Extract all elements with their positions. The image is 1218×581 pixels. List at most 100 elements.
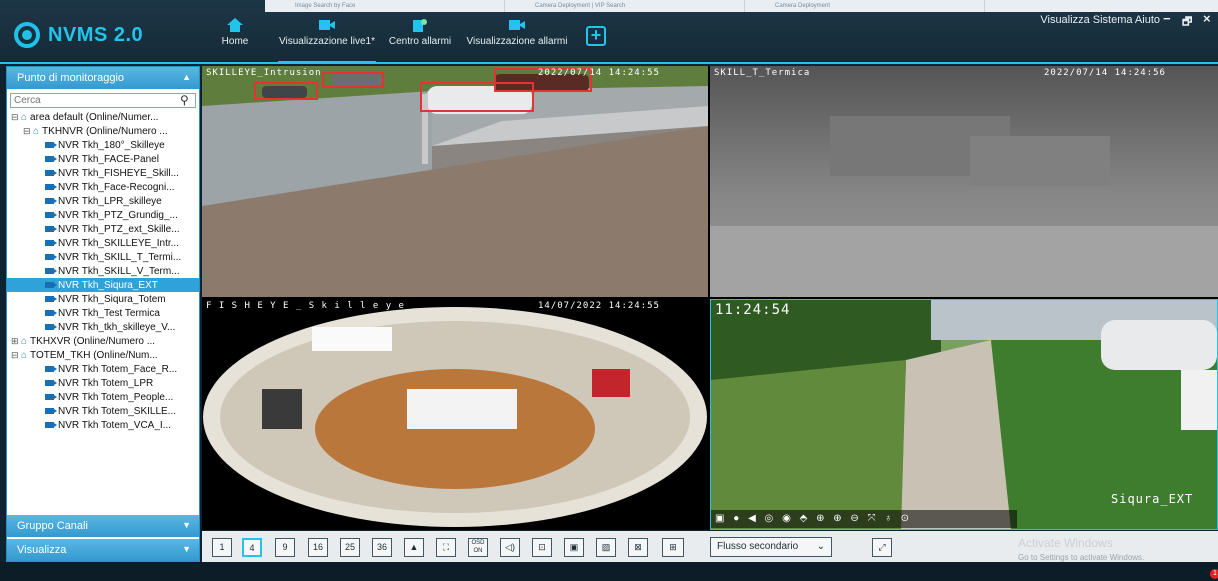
fullscreen-icon[interactable]: ⤧ bbox=[868, 513, 879, 524]
tree-camera-item[interactable]: NVR Tkh Totem_LPR bbox=[7, 376, 199, 390]
lock-icon[interactable]: ⊡ bbox=[532, 538, 552, 557]
tree-item-label: TKHNVR (Online/Numero ... bbox=[42, 125, 168, 137]
nav-alarm-center[interactable]: Centro allarmi bbox=[387, 18, 453, 58]
osd-toggle-button[interactable]: OSD ON bbox=[468, 538, 488, 557]
grid-layout-icon[interactable]: ⊞ bbox=[662, 538, 684, 557]
nav-alarm-view[interactable]: Visualizzazione allarmi bbox=[465, 18, 569, 58]
channel-group-header[interactable]: Gruppo Canali ▼ bbox=[7, 515, 199, 537]
camera-icon[interactable]: ◎ bbox=[765, 513, 777, 524]
custom-layout-icon[interactable]: ▲ bbox=[404, 538, 424, 557]
collapse-icon[interactable]: ⊟ bbox=[11, 112, 21, 123]
search-icon[interactable]: ⚲ bbox=[180, 93, 189, 107]
minimize-button[interactable]: − bbox=[1163, 11, 1171, 26]
video-camera-icon bbox=[509, 20, 525, 30]
tree-camera-item[interactable]: NVR Tkh_tkh_skilleye_V... bbox=[7, 320, 199, 334]
layout-25-button[interactable]: 25 bbox=[340, 538, 360, 557]
chevron-down-icon: ▼ bbox=[182, 520, 191, 530]
tree-camera-item[interactable]: NVR Tkh_PTZ_ext_Skille... bbox=[7, 222, 199, 236]
add-tab-button[interactable]: + bbox=[586, 26, 606, 46]
tree-device-item[interactable]: ⊟ ⌂ area default (Online/Numer... bbox=[7, 110, 199, 124]
search-input[interactable] bbox=[10, 93, 196, 108]
camera-icon bbox=[45, 394, 57, 400]
fullscreen-icon[interactable]: ⛶ bbox=[436, 538, 456, 557]
nav-label: Centro allarmi bbox=[388, 36, 452, 47]
collapse-icon[interactable]: ⊟ bbox=[11, 350, 21, 361]
main-menu[interactable]: Visualizza Sistema Aiuto bbox=[1040, 14, 1160, 26]
video-pane-1[interactable]: SKILLEYE_Intrusion 2022/07/14 14:24:55 bbox=[202, 66, 708, 297]
camera-icon bbox=[45, 310, 57, 316]
tree-camera-item[interactable]: NVR Tkh_SKILL_V_Term... bbox=[7, 264, 199, 278]
location-icon[interactable]: ⊙ bbox=[901, 513, 912, 524]
snapshot-icon[interactable]: ▣ bbox=[715, 513, 727, 524]
stream-select[interactable]: Flusso secondario ⌄ bbox=[710, 537, 832, 557]
tree-camera-item[interactable]: NVR Tkh_SKILL_T_Termi... bbox=[7, 250, 199, 264]
tree-device-item[interactable]: ⊞ ⌂ TKHXVR (Online/Numero ... bbox=[7, 334, 199, 348]
tree-camera-item[interactable]: NVR Tkh_PTZ_Grundig_... bbox=[7, 208, 199, 222]
ptz-icon[interactable]: ⬘ bbox=[800, 513, 811, 524]
tree-camera-item[interactable]: NVR Tkh_Test Termica bbox=[7, 306, 199, 320]
layout-9-button[interactable]: 9 bbox=[275, 538, 295, 557]
layout-16-button[interactable]: 16 bbox=[308, 538, 328, 557]
monitor-point-header[interactable]: Punto di monitoraggio ▲ bbox=[7, 67, 199, 89]
video-pane-4[interactable]: 11:24:54 Siqura_EXT ▣ ● ◀ ◎ ◉ ⬘ ⊕ ⊕ ⊖ ⤧ … bbox=[710, 299, 1218, 530]
tree-camera-item[interactable]: NVR Tkh_180°_Skilleye bbox=[7, 138, 199, 152]
layout-36-button[interactable]: 36 bbox=[372, 538, 392, 557]
tree-camera-item[interactable]: NVR Tkh Totem_Face_R... bbox=[7, 362, 199, 376]
tree-camera-item[interactable]: NVR Tkh_SKILLEYE_Intr... bbox=[7, 236, 199, 250]
audio-icon[interactable]: ◁) bbox=[500, 538, 520, 557]
snapshot-all-icon[interactable]: ▣ bbox=[564, 538, 584, 557]
detection-box bbox=[322, 72, 384, 88]
zoom-out-icon[interactable]: ⊖ bbox=[850, 513, 861, 524]
app-logo: NVMS 2.0 bbox=[14, 22, 143, 48]
close-all-icon[interactable]: ⊠ bbox=[628, 538, 648, 557]
tree-camera-item[interactable]: NVR Tkh_FACE-Panel bbox=[7, 152, 199, 166]
tree-camera-item[interactable]: NVR Tkh Totem_SKILLE... bbox=[7, 404, 199, 418]
tree-device-item[interactable]: ⊟ ⌂ TOTEM_TKH (Online/Num... bbox=[7, 348, 199, 362]
chevron-down-icon: ▼ bbox=[182, 544, 191, 554]
zoom-icon[interactable]: ⊕ bbox=[833, 513, 844, 524]
camera-name-osd: F I S H E Y E _ S k i l l e y e bbox=[206, 301, 405, 311]
camera-icon bbox=[45, 282, 57, 288]
audio-icon[interactable]: ◀ bbox=[748, 513, 759, 524]
tree-item-label: NVR Tkh Totem_SKILLE... bbox=[58, 405, 177, 417]
ghost-tab: Image Search by Face bbox=[265, 0, 505, 12]
pane-control-bar[interactable]: ▣ ● ◀ ◎ ◉ ⬘ ⊕ ⊕ ⊖ ⤧ ♁ ⊙ bbox=[711, 510, 1017, 528]
activate-windows-hint: Go to Settings to activate Windows. bbox=[1018, 553, 1145, 562]
view-header[interactable]: Visualizza ▼ bbox=[7, 539, 199, 561]
tree-camera-item[interactable]: NVR Tkh_Siqura_Totem bbox=[7, 292, 199, 306]
notification-badge[interactable]: 1 bbox=[1210, 569, 1218, 579]
header-label: Gruppo Canali bbox=[17, 520, 88, 532]
video-pane-3[interactable]: F I S H E Y E _ S k i l l e y e 14/07/20… bbox=[202, 299, 708, 530]
tree-camera-item[interactable]: NVR Tkh Totem_People... bbox=[7, 390, 199, 404]
tree-item-label: NVR Tkh_Siqura_Totem bbox=[58, 293, 166, 305]
detection-box bbox=[254, 82, 318, 100]
video-grid: SKILLEYE_Intrusion 2022/07/14 14:24:55 S… bbox=[202, 66, 1218, 530]
mic-icon[interactable]: ♁ bbox=[884, 513, 895, 524]
home-icon bbox=[227, 18, 243, 32]
video-pane-2[interactable]: SKILL_T_Termica 2022/07/14 14:24:56 bbox=[710, 66, 1218, 297]
camera-icon bbox=[45, 240, 57, 246]
tree-camera-item[interactable]: NVR Tkh_FISHEYE_Skill... bbox=[7, 166, 199, 180]
expand-icon[interactable]: ⤢ bbox=[872, 538, 892, 557]
tree-device-item[interactable]: ⊟ ⌂ TKHNVR (Online/Numero ... bbox=[7, 124, 199, 138]
zoom-in-icon[interactable]: ⊕ bbox=[816, 513, 827, 524]
camera-name-osd: SKILL_T_Termica bbox=[714, 68, 811, 78]
close-button[interactable]: × bbox=[1203, 11, 1211, 26]
expand-icon[interactable]: ⊞ bbox=[11, 336, 21, 347]
tree-camera-item[interactable]: NVR Tkh_LPR_skilleye bbox=[7, 194, 199, 208]
tree-item-label: NVR Tkh_PTZ_Grundig_... bbox=[58, 209, 178, 221]
camera-icon bbox=[45, 156, 57, 162]
eye-icon[interactable]: ◉ bbox=[782, 513, 794, 524]
record-icon[interactable]: ● bbox=[733, 513, 742, 524]
layout-1-button[interactable]: 1 bbox=[212, 538, 232, 557]
collapse-icon[interactable]: ⊟ bbox=[23, 126, 33, 137]
tree-camera-item[interactable]: NVR Tkh Totem_VCA_I... bbox=[7, 418, 199, 432]
layout-4-button[interactable]: 4 bbox=[242, 538, 262, 557]
tree-camera-item[interactable]: NVR Tkh_Face-Recogni... bbox=[7, 180, 199, 194]
nav-live-view[interactable]: Visualizzazione live1* bbox=[278, 18, 376, 64]
restore-button[interactable]: 🗗 bbox=[1182, 13, 1192, 32]
image-adjust-icon[interactable]: ▨ bbox=[596, 538, 616, 557]
tree-camera-item[interactable]: NVR Tkh_Siqura_EXT bbox=[7, 278, 199, 292]
nav-home[interactable]: Home bbox=[218, 18, 252, 58]
camera-icon bbox=[45, 142, 57, 148]
